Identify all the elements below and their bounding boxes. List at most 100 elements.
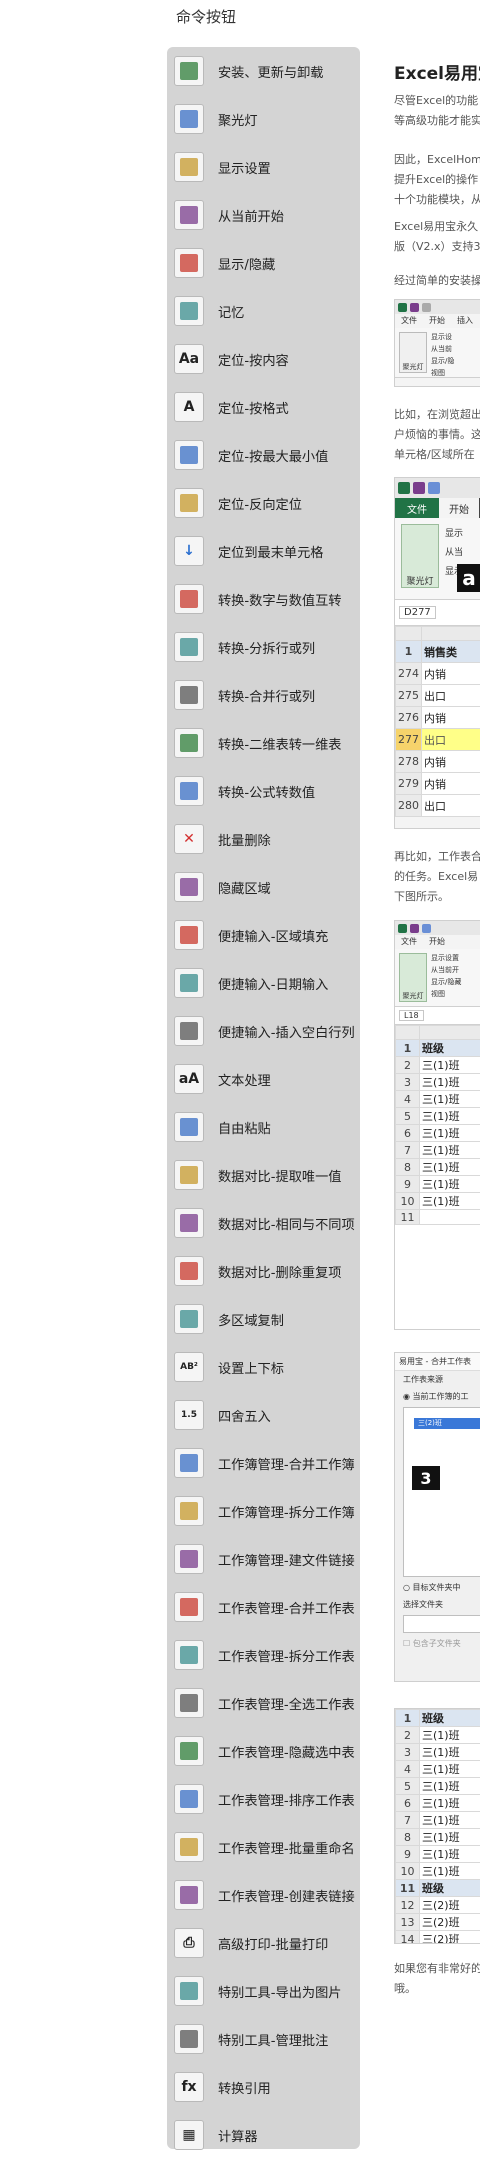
sidebar-item[interactable]: aA 文本处理	[167, 1055, 360, 1103]
paragraph-1: 尽管Excel的功能 等高级功能才能实	[394, 91, 480, 131]
sidebar-item[interactable]: 特别工具-导出为图片	[167, 1967, 360, 2015]
group-label: 视图	[431, 369, 445, 377]
ribbon-body: 聚光灯 显示设 从当前 显示/隐 视图	[395, 328, 480, 378]
sidebar-item[interactable]: AB² 设置上下标	[167, 1343, 360, 1391]
sidebar-item-label: 转换-二维表转一维表	[218, 737, 342, 753]
text-line: 比如，在浏览超出	[394, 408, 480, 421]
row-number: 279	[395, 772, 422, 795]
page-title: 命令按钮	[176, 8, 237, 26]
sidebar-item[interactable]: 数据对比-删除重复项	[167, 1247, 360, 1295]
sidebar-item[interactable]: 显示设置	[167, 143, 360, 191]
formula-to-value-icon	[174, 776, 204, 806]
article-title: Excel易用宝	[394, 64, 480, 84]
icon-glyph	[180, 1118, 198, 1136]
sidebar-item[interactable]: 聚光灯	[167, 95, 360, 143]
merge-sheet-dialog-screenshot: 易用宝 - 合并工作表 工作表来源 ◉ 当前工作簿的工 三(2)班 3 ○ 目标…	[394, 1352, 480, 1682]
sidebar-item[interactable]: 工作表管理-批量重命名	[167, 1823, 360, 1871]
table-cell: 三(1)班	[419, 1056, 480, 1074]
sidebar-item[interactable]: fx 转换引用	[167, 2063, 360, 2111]
text-line: 哦。	[394, 1982, 416, 1995]
table-cell: 班级	[419, 1039, 480, 1057]
sidebar-item-label: 定位-按格式	[218, 401, 289, 417]
excel-logo-icon	[398, 482, 410, 494]
sidebar-item-label: 定位-反向定位	[218, 497, 302, 513]
icon-glyph	[180, 926, 198, 944]
cell-reference: D277	[399, 606, 436, 619]
sidebar-item[interactable]: 自由粘贴	[167, 1103, 360, 1151]
excel-logo-icon	[398, 923, 407, 933]
sidebar-item[interactable]: 转换-公式转数值	[167, 767, 360, 815]
sidebar-item[interactable]: Aa 定位-按内容	[167, 335, 360, 383]
sidebar-item[interactable]: 1.5 四舍五入	[167, 1391, 360, 1439]
sidebar-item[interactable]: 工作表管理-隐藏选中表	[167, 1727, 360, 1775]
sidebar-item[interactable]: 转换-二维表转一维表	[167, 719, 360, 767]
quick-access-toolbar	[395, 300, 480, 314]
table-row: 280 出口	[395, 794, 480, 817]
sidebar-item[interactable]: 数据对比-相同与不同项	[167, 1199, 360, 1247]
sidebar-item[interactable]: 便捷输入-日期输入	[167, 959, 360, 1007]
paragraph-2: 因此，ExcelHom 提升Excel的操作 十个功能模块，从	[394, 150, 480, 210]
sidebar-item[interactable]: 工作簿管理-拆分工作簿	[167, 1487, 360, 1535]
sidebar-item[interactable]: 工作表管理-拆分工作表	[167, 1631, 360, 1679]
sidebar-item-label: 数据对比-删除重复项	[218, 1265, 342, 1281]
sidebar-item[interactable]: 便捷输入-插入空白行列	[167, 1007, 360, 1055]
merged-result-screenshot: 1 班级 2 三(1)班 3 三(1)班 4 三(1)班 5 三(1)班 6 三(1)班 7 三(1)班 8…	[394, 1708, 480, 1944]
sidebar-item[interactable]: A 定位-按格式	[167, 383, 360, 431]
sidebar-item[interactable]: 从当前开始	[167, 191, 360, 239]
sidebar-item[interactable]: 工作表管理-合并工作表	[167, 1583, 360, 1631]
sidebar-item[interactable]: 特别工具-管理批注	[167, 2015, 360, 2063]
sidebar-item[interactable]: ⎙ 高级打印-批量打印	[167, 1919, 360, 1967]
spotlight-screenshot: 文件 开始 聚光灯 显示 从当 显示 a D277 A 1销售类274内销275…	[394, 477, 480, 829]
sidebar-item[interactable]: 安装、更新与卸载	[167, 47, 360, 95]
sidebar-item[interactable]: 便捷输入-区域填充	[167, 911, 360, 959]
sidebar-item[interactable]: 定位-按最大最小值	[167, 431, 360, 479]
sidebar-item[interactable]: 工作表管理-创建表链接	[167, 1871, 360, 1919]
text-line: 等高级功能才能实	[394, 114, 480, 127]
sidebar-item[interactable]: 转换-数字与数值互转	[167, 575, 360, 623]
table-cell: 三(1)班	[419, 1090, 480, 1108]
sidebar-item-label: 四舍五入	[218, 1409, 271, 1425]
sidebar-item[interactable]: 工作簿管理-建文件链接	[167, 1535, 360, 1583]
hide-area-icon	[174, 872, 204, 902]
sidebar-item[interactable]: 定位-反向定位	[167, 479, 360, 527]
split-workbook-icon	[174, 1496, 204, 1526]
sidebar-item-label: 文本处理	[218, 1073, 271, 1089]
row-number: 4	[395, 1090, 420, 1108]
sheet-screenshot: 文件 开始 聚光灯 显示设置 从当前开 显示/隐藏 视图 L18 A 1班级2三…	[394, 920, 480, 1330]
row-number: 6	[395, 1124, 420, 1142]
radio-current-workbook: ◉ 当前工作簿的工	[403, 1392, 469, 1401]
sidebar-item[interactable]: ✕ 批量删除	[167, 815, 360, 863]
table-row: 277 出口	[395, 728, 480, 751]
sidebar-item[interactable]: 转换-分拆行或列	[167, 623, 360, 671]
sidebar-item-label: 记忆	[218, 305, 245, 321]
sidebar-item[interactable]: 工作表管理-全选工作表	[167, 1679, 360, 1727]
text-process-icon: aA	[174, 1064, 204, 1094]
tab-file: 文件	[395, 498, 439, 518]
sidebar-item[interactable]: 显示/隐藏	[167, 239, 360, 287]
sidebar-item-label: 转换-数字与数值互转	[218, 593, 342, 609]
ribbon-screenshot: 文件 开始 插入 聚光灯 显示设 从当前 显示/隐 视图	[394, 299, 480, 387]
table-row: 274 内销	[395, 662, 480, 685]
sidebar-item[interactable]: 工作表管理-排序工作表	[167, 1775, 360, 1823]
sidebar-item[interactable]: 数据对比-提取唯一值	[167, 1151, 360, 1199]
sidebar-item[interactable]: 记忆	[167, 287, 360, 335]
undo-icon	[428, 482, 440, 494]
sidebar-item[interactable]: ↓ 定位到最末单元格	[167, 527, 360, 575]
paragraph-3: Excel易用宝永久 版（V2.x）支持3	[394, 217, 480, 257]
sidebar-item[interactable]: 工作簿管理-合并工作簿	[167, 1439, 360, 1487]
sidebar-item[interactable]: 转换-合并行或列	[167, 671, 360, 719]
sidebar-item[interactable]: ▦ 计算器	[167, 2111, 360, 2159]
row-number: 275	[395, 684, 422, 707]
sidebar-item[interactable]: 隐藏区域	[167, 863, 360, 911]
menu-item: 从当前	[431, 345, 452, 353]
sidebar-item[interactable]: 多区域复制	[167, 1295, 360, 1343]
article-content: Excel易用宝 尽管Excel的功能 等高级功能才能实 因此，ExcelHom…	[394, 47, 480, 2147]
convert-number-icon	[174, 584, 204, 614]
sidebar-item-label: 数据对比-相同与不同项	[218, 1217, 355, 1233]
table-cell: 三(1)班	[419, 1862, 480, 1880]
batch-rename-icon	[174, 1832, 204, 1862]
table-cell: 出口	[421, 684, 480, 707]
sidebar-item-label: 工作表管理-批量重命名	[218, 1841, 355, 1857]
menu-item: 从当	[445, 548, 464, 558]
sidebar-item-label: 特别工具-导出为图片	[218, 1985, 342, 2001]
